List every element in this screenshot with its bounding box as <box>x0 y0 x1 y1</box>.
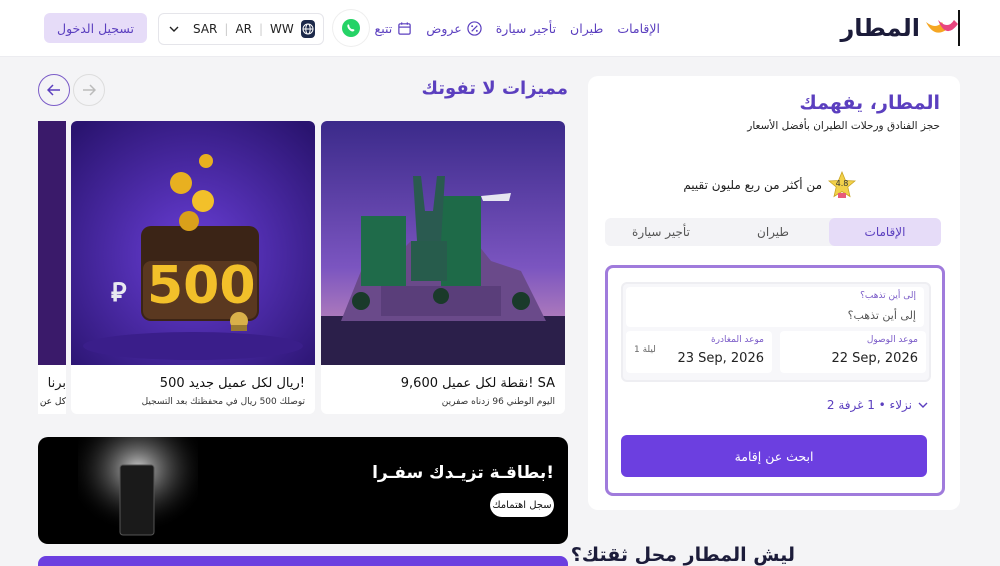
features-title: مميزات لا تفوتك <box>421 78 568 99</box>
feature-card-national-day[interactable]: 9,600 نقطة لكل عميل! SA اليوم الوطني 96 … <box>321 121 565 414</box>
search-fields: إلى أين تذهب؟ إلى أين تذهب؟ موعد الوصول … <box>621 282 931 382</box>
language-label: AR <box>235 22 252 36</box>
travel-card-image <box>78 437 198 544</box>
destination-label: إلى أين تذهب؟ <box>860 291 916 301</box>
panel-subtitle: حجز الفنادق ورحلات الطيران بأفضل الأسعار <box>747 120 940 132</box>
card-description: اليوم الوطني 96 زدناه صفرين <box>441 397 555 407</box>
feature-card-partial[interactable]: برنا كل عن <box>38 121 66 414</box>
why-trust-title: ليش المطار محل ثقتك؟ <box>570 544 795 566</box>
next-banner-edge <box>38 556 568 566</box>
partial-card-image <box>38 121 66 365</box>
chevron-down-icon <box>159 22 186 36</box>
search-tabs: الإقامات طيران تأجير سيارة <box>605 218 941 246</box>
nights-count: 1 ليلة <box>634 345 656 355</box>
card-title: 9,600 نقطة لكل عميل! SA <box>400 376 555 391</box>
nav-offers[interactable]: عروض <box>426 21 482 36</box>
login-button[interactable]: تسجيل الدخول <box>44 13 147 43</box>
carousel-next-button[interactable] <box>73 74 105 106</box>
checkin-value: 22 Sep, 2026 <box>831 351 918 366</box>
card-description: توصلك 500 ريال في محفظتك بعد التسجيل <box>141 397 305 407</box>
percent-icon <box>467 20 482 36</box>
carousel-prev-button[interactable] <box>38 74 70 106</box>
travel-card-banner[interactable]: بطاقـة تزيـدك سفـرا! سجل اهتمامك <box>38 437 568 544</box>
nav-track[interactable]: تتبع <box>375 21 413 36</box>
top-bar: المطار الإقامات طيران تأجير سيارة عروض ت… <box>0 0 1000 57</box>
nav-car-rental-label: تأجير سيارة <box>495 20 557 36</box>
checkout-field[interactable]: موعد المغادرة 23 Sep, 2026 1 ليلة <box>626 331 772 373</box>
card-title: برنا <box>47 376 66 391</box>
chevron-down-icon <box>918 402 928 408</box>
nav-offers-label: عروض <box>426 20 462 36</box>
currency-label: SAR <box>193 22 218 36</box>
destination-field[interactable]: إلى أين تذهب؟ إلى أين تذهب؟ <box>626 287 924 327</box>
tab-flights[interactable]: طيران <box>717 218 829 246</box>
stay-search-form: إلى أين تذهب؟ إلى أين تذهب؟ موعد الوصول … <box>605 265 945 496</box>
search-stay-button[interactable]: ابحث عن إقامة <box>621 435 927 477</box>
national-day-image <box>321 121 565 365</box>
banner-title: بطاقـة تزيـدك سفـرا! <box>372 463 554 483</box>
logo[interactable]: المطار <box>840 9 960 47</box>
rating: من أكثر من ربع مليون تقييم 4.8 <box>683 170 857 199</box>
panel-title: المطار، يفهمك <box>799 92 940 114</box>
checkin-label: موعد الوصول <box>866 335 918 345</box>
calendar-icon <box>397 21 412 36</box>
feature-card-new-customer[interactable]: ⃁ 500 500 ريال لكل عميل جديد! توصلك 500 … <box>71 121 315 414</box>
checkin-field[interactable]: موعد الوصول 22 Sep, 2026 <box>780 331 926 373</box>
tab-stays[interactable]: الإقامات <box>829 218 941 246</box>
search-panel: المطار، يفهمك حجز الفنادق ورحلات الطيران… <box>588 76 960 510</box>
arrow-left-icon <box>47 84 60 96</box>
nav-stays[interactable]: الإقامات <box>617 21 660 36</box>
tab-car-rental[interactable]: تأجير سيارة <box>605 218 717 246</box>
rating-star-icon: 4.8 <box>827 170 857 199</box>
guests-selector[interactable]: 2 نزلاء • 1 غرفة <box>827 398 928 412</box>
card-description: كل عن <box>39 397 66 407</box>
main-nav: الإقامات طيران تأجير سيارة عروض تتبع <box>375 0 660 56</box>
register-interest-button[interactable]: سجل اهتمامك <box>490 493 554 517</box>
nav-stays-label: الإقامات <box>617 20 660 36</box>
wallet-amount: 500 <box>147 256 256 316</box>
whatsapp-button[interactable] <box>333 10 369 46</box>
arrow-right-icon <box>83 84 96 96</box>
logo-text: المطار <box>840 14 920 42</box>
rating-value: 4.8 <box>835 179 849 188</box>
wallet-coins-image: ⃁ 500 <box>71 121 315 365</box>
destination-input[interactable]: إلى أين تذهب؟ <box>848 309 916 322</box>
svg-text:⃁: ⃁ <box>111 278 127 308</box>
card-title: 500 ريال لكل عميل جديد! <box>159 376 305 391</box>
locale-selector[interactable]: SAR | AR | WW <box>158 13 324 45</box>
checkout-label: موعد المغادرة <box>710 335 764 345</box>
logo-mark-icon <box>924 18 960 38</box>
checkout-value: 23 Sep, 2026 <box>677 351 764 366</box>
whatsapp-icon <box>342 19 360 37</box>
text-cursor <box>958 10 960 46</box>
globe-icon <box>300 20 315 38</box>
nav-track-label: تتبع <box>374 20 393 36</box>
nav-car-rental[interactable]: تأجير سيارة <box>496 21 556 36</box>
region-label: WW <box>270 22 294 36</box>
rating-text: من أكثر من ربع مليون تقييم <box>683 178 822 192</box>
nav-flights[interactable]: طيران <box>570 21 603 36</box>
nav-flights-label: طيران <box>570 20 604 36</box>
guests-label: 2 نزلاء • 1 غرفة <box>826 398 912 412</box>
